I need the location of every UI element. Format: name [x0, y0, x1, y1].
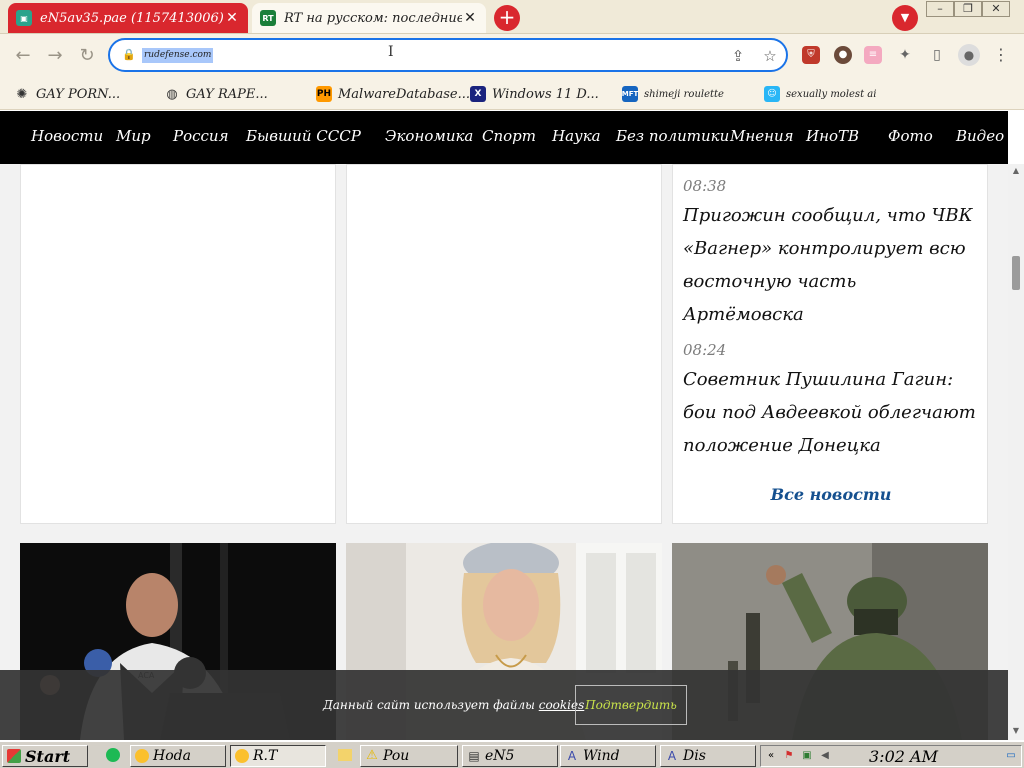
tab-favicon-icon: ▣ [16, 10, 32, 26]
share-icon[interactable]: ⇪ [728, 46, 748, 66]
app-a-icon: A [667, 749, 677, 763]
bookmark-star-icon[interactable]: ☆ [760, 46, 780, 66]
side-panel-icon[interactable]: ▯ [928, 46, 946, 64]
scroll-down-arrow-icon[interactable]: ▼ [1008, 724, 1024, 738]
tab-title: eN5av35.pae (1157413006) [40, 10, 224, 26]
page-content: 08:38 Пригожин сообщил, что ЧВК «Вагнер»… [0, 164, 1008, 740]
bookmark-paw-icon: ✺ [16, 86, 28, 102]
profile-extension-icon[interactable]: ● [834, 46, 852, 64]
nav-item-photo[interactable]: Фото [888, 127, 933, 145]
scrollbar-thumb[interactable] [1012, 256, 1020, 290]
cookie-confirm-button[interactable]: Подтвердить [575, 685, 687, 725]
news-feed: 08:38 Пригожин сообщил, что ЧВК «Вагнер»… [672, 164, 988, 524]
nav-item-world[interactable]: Мир [116, 127, 151, 145]
close-window-button[interactable]: ✕ [982, 1, 1010, 17]
system-tray: « ⚑ ▣ ◀ 3:02 AM ▭ [760, 745, 1022, 767]
tray-volume-icon[interactable]: ◀ [819, 750, 831, 762]
browser-tab-strip: ▣ eN5av35.pae (1157413006) ✕ RT RT на ру… [0, 0, 1024, 34]
blank-card [20, 164, 336, 524]
tray-flag-icon[interactable]: ⚑ [783, 750, 795, 762]
cookie-text: Данный сайт использует файлы cookies [323, 698, 584, 712]
tab-rt[interactable]: RT RT на русском: последние новости ✕ [252, 3, 486, 33]
chrome-icon [135, 749, 149, 763]
windows-stack-icon: ▤ [468, 749, 480, 763]
folder-icon[interactable] [338, 749, 352, 761]
news-item[interactable]: 08:38 Пригожин сообщил, что ЧВК «Вагнер»… [683, 177, 977, 331]
bookmark-item[interactable]: X Windows 11 D... [470, 84, 599, 104]
url-text[interactable]: rudefense.com [142, 48, 214, 63]
bookmark-item[interactable]: MFT shimeji roulette [622, 84, 724, 104]
globe-icon: ◍ [166, 86, 178, 102]
os-taskbar: Start Hoda R.T ⚠ Pou ▤ eN5 A Wind A Dis … [0, 740, 1024, 768]
all-news-link[interactable]: Все новости [673, 485, 989, 504]
text-cursor-icon: I [388, 44, 394, 60]
spotify-quicklaunch-icon[interactable] [106, 748, 120, 762]
tab-title: RT на русском: последние новости [284, 10, 462, 26]
chrome-icon [235, 749, 249, 763]
cookie-message: Данный сайт использует файлы [323, 698, 535, 712]
bookmark-item[interactable]: ◍ GAY RAPE... [164, 84, 267, 104]
blank-card [346, 164, 662, 524]
news-headline[interactable]: Советник Пушилина Гагин: бои под Авдеевк… [683, 363, 977, 462]
maximize-button[interactable]: ❐ [954, 1, 982, 17]
taskbar-button-chrome[interactable]: Hoda [130, 745, 226, 767]
new-tab-button[interactable]: + [494, 5, 520, 31]
page-scrollbar[interactable]: ▲ ▼ [1008, 164, 1024, 740]
taskbar-button-wind[interactable]: A Wind [560, 745, 656, 767]
flag-extension-icon[interactable]: ≡ [864, 46, 882, 64]
warning-icon: ⚠ [366, 748, 378, 763]
back-arrow-icon[interactable]: ← [12, 46, 34, 68]
nav-item-no-politics[interactable]: Без политики [616, 127, 729, 145]
reload-icon[interactable]: ↻ [76, 46, 98, 68]
bot-logo-icon: ☺ [764, 86, 780, 102]
news-item[interactable]: 08:24 Советник Пушилина Гагин: бои под А… [683, 341, 977, 462]
cookie-banner: Данный сайт использует файлы cookies Под… [0, 670, 1008, 740]
tab-search-chevron-icon[interactable]: ▼ [892, 5, 918, 31]
forward-arrow-icon[interactable]: → [44, 46, 66, 68]
tab-close-icon[interactable]: ✕ [224, 10, 240, 26]
nav-item-economy[interactable]: Экономика [385, 127, 473, 145]
nav-item-video[interactable]: Видео [956, 127, 1004, 145]
taskbar-button-warning[interactable]: ⚠ Pou [360, 745, 458, 767]
tab-close-icon[interactable]: ✕ [462, 10, 478, 26]
bookmark-item[interactable]: PH MalwareDatabase... [316, 84, 470, 104]
nav-item-inotv[interactable]: ИноТВ [806, 127, 859, 145]
minimize-button[interactable]: – [926, 1, 954, 17]
nav-item-news[interactable]: Новости [31, 127, 103, 145]
profile-avatar-icon[interactable]: ● [958, 44, 980, 66]
site-navigation: Новости Мир Россия Бывший СССР Экономика… [0, 111, 1008, 164]
nav-item-russia[interactable]: Россия [173, 127, 229, 145]
nav-item-opinions[interactable]: Мнения [730, 127, 794, 145]
ph-logo-icon: PH [316, 86, 332, 102]
rt-favicon-icon: RT [260, 10, 276, 26]
windows-flag-icon [7, 749, 21, 763]
app-a-icon: A [567, 749, 577, 763]
news-headline[interactable]: Пригожин сообщил, что ЧВК «Вагнер» контр… [683, 199, 977, 331]
tray-expand-icon[interactable]: « [765, 750, 777, 762]
news-time: 08:38 [683, 177, 727, 195]
taskbar-button-dis[interactable]: A Dis [660, 745, 756, 767]
nav-item-former-ussr[interactable]: Бывший СССР [246, 127, 361, 145]
mft-logo-icon: MFT [622, 86, 638, 102]
taskbar-button-ens[interactable]: ▤ eN5 [462, 745, 558, 767]
scroll-up-arrow-icon[interactable]: ▲ [1008, 164, 1024, 178]
nav-item-science[interactable]: Наука [552, 127, 601, 145]
x-logo-icon: X [470, 86, 486, 102]
bookmark-item[interactable]: ✺ GAY PORN... [14, 84, 121, 104]
bookmarks-bar: ✺ GAY PORN... ◍ GAY RAPE... PH MalwareDa… [0, 78, 1024, 110]
start-button[interactable]: Start [2, 745, 88, 767]
bookmark-item[interactable]: ☺ sexually molest ai [764, 84, 876, 104]
tray-network-icon[interactable]: ▣ [801, 750, 813, 762]
nav-item-sport[interactable]: Спорт [482, 127, 536, 145]
clock[interactable]: 3:02 AM [869, 747, 938, 766]
lock-icon: 🔒 [122, 48, 136, 61]
address-bar[interactable]: 🔒 rudefense.com I ⇪ ☆ [108, 38, 788, 72]
tab-enslav[interactable]: ▣ eN5av35.pae (1157413006) ✕ [8, 3, 248, 33]
tray-desktop-icon[interactable]: ▭ [1005, 750, 1017, 762]
menu-kebab-icon[interactable]: ⋮ [992, 46, 1010, 64]
news-time: 08:24 [683, 341, 727, 359]
ublock-extension-icon[interactable]: ⛨ [802, 46, 820, 64]
taskbar-button-rt[interactable]: R.T [230, 745, 326, 767]
extensions-puzzle-icon[interactable]: ✦ [896, 46, 914, 64]
